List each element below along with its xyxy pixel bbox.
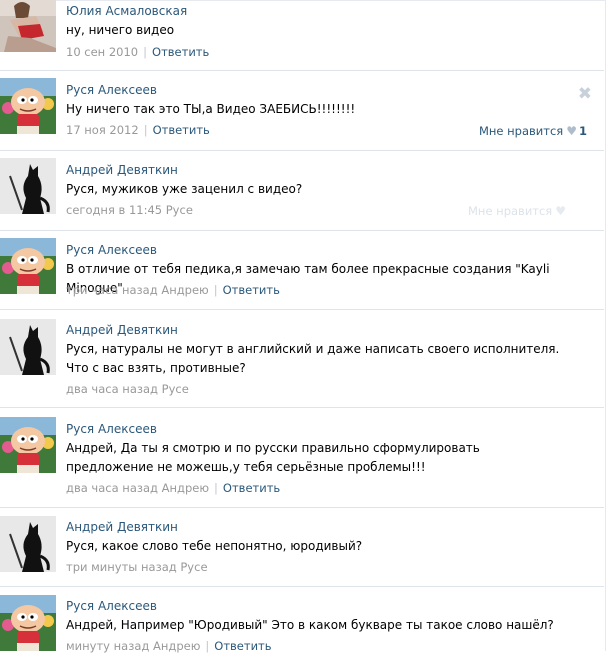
avatar[interactable] [0, 319, 56, 375]
author-link[interactable]: Юлия Асмаловская [66, 4, 187, 18]
author-link[interactable]: Андрей Девяткин [66, 163, 178, 177]
author-link[interactable]: Руся Алексеев [66, 599, 157, 613]
comment-timestamp[interactable]: 10 сен 2010 [66, 45, 138, 59]
like-label: Мне нравится [478, 124, 564, 138]
author-link[interactable]: Руся Алексеев [66, 422, 157, 436]
comment-timestamp[interactable]: 17 ноя 2012 [66, 123, 139, 137]
like-label: Мне нравится [468, 204, 553, 218]
avatar[interactable] [0, 78, 56, 134]
meta-separator: | [143, 45, 148, 59]
comment-meta: сегодня в 11:45 Русе [66, 203, 193, 217]
avatar[interactable] [0, 417, 56, 473]
reply-to: Русе [161, 382, 189, 396]
comment-item: Юлия Асмаловская ну, ничего видео 10 сен… [0, 0, 604, 71]
comment-meta: 10 сен 2010 | Ответить [66, 45, 209, 59]
comment-timestamp[interactable]: три минуты назад [66, 560, 177, 574]
comment-timestamp[interactable]: три часа назад [66, 283, 158, 297]
comment-text: Руся, натуралы не могут в английский и д… [66, 342, 560, 375]
comment-meta: два часа назад Русе [66, 382, 189, 396]
comment-text: Ну ничего так это ТЫ,а Видео ЗАЕБИСЬ!!!!… [66, 102, 356, 116]
comment-text: Руся, мужиков уже заценил с видео? [66, 182, 303, 196]
comment-item: Андрей Девяткин Руся, мужиков уже зацени… [0, 150, 604, 231]
author-link[interactable]: Руся Алексеев [66, 243, 157, 257]
comment-item: Руся Алексеев Андрей, Например "Юродивый… [0, 586, 604, 666]
comment-item: Руся Алексеев Ну ничего так это ТЫ,а Вид… [0, 70, 604, 151]
reply-to: Андрею [161, 283, 209, 297]
avatar[interactable] [0, 0, 56, 52]
avatar[interactable] [0, 238, 56, 294]
reply-to: Русе [180, 560, 208, 574]
like-button[interactable]: Мне нравится ♥ 1 [479, 124, 587, 138]
comment-timestamp[interactable]: два часа назад [66, 481, 158, 495]
comment-meta: 17 ноя 2012 | Ответить [66, 123, 210, 137]
reply-link[interactable]: Ответить [153, 123, 210, 137]
comment-item: Андрей Девяткин Руся, натуралы не могут … [0, 309, 604, 408]
author-link[interactable]: Андрей Девяткин [66, 520, 178, 534]
avatar[interactable] [0, 595, 56, 651]
meta-separator: | [143, 123, 148, 137]
like-count: 1 [578, 124, 587, 138]
reply-to: Русе [165, 203, 193, 217]
heart-icon: ♥ [566, 124, 577, 138]
reply-to: Андрею [161, 481, 210, 495]
comment-meta: три минуты назад Русе [66, 560, 208, 574]
delete-comment-icon[interactable]: ✖ [578, 86, 592, 103]
meta-separator: | [213, 283, 218, 297]
comment-meta: три часа назад Андрею | Ответить [66, 283, 280, 297]
comment-text: Андрей, Да ты я смотрю и по русски прави… [66, 441, 480, 474]
comment-text: ну, ничего видео [66, 23, 175, 37]
comment-item: Андрей Девяткин Руся, какое слово тебе н… [0, 507, 604, 587]
author-link[interactable]: Руся Алексеев [66, 83, 157, 97]
heart-icon: ♥ [555, 204, 566, 218]
comment-timestamp[interactable]: сегодня в 11:45 [66, 203, 162, 217]
author-link[interactable]: Андрей Девяткин [66, 323, 178, 337]
comment-item: Руся Алексеев В отличие от тебя педика,я… [0, 230, 604, 310]
avatar[interactable] [0, 158, 56, 214]
comment-timestamp[interactable]: два часа назад [66, 382, 158, 396]
meta-separator: | [214, 481, 218, 495]
reply-link[interactable]: Ответить [223, 283, 280, 297]
avatar[interactable] [0, 516, 56, 572]
comment-item: Руся Алексеев Андрей, Да ты я смотрю и п… [0, 407, 604, 508]
comment-text: Руся, какое слово тебе непонятно, юродив… [66, 539, 363, 553]
like-button[interactable]: Мне нравится ♥ [468, 204, 568, 218]
reply-link[interactable]: Ответить [223, 481, 280, 495]
comment-meta: два часа назад Андрею | Ответить [66, 481, 280, 495]
comment-text: Андрей, Например "Юродивый" Это в каком … [66, 618, 554, 632]
reply-link[interactable]: Ответить [152, 45, 209, 59]
